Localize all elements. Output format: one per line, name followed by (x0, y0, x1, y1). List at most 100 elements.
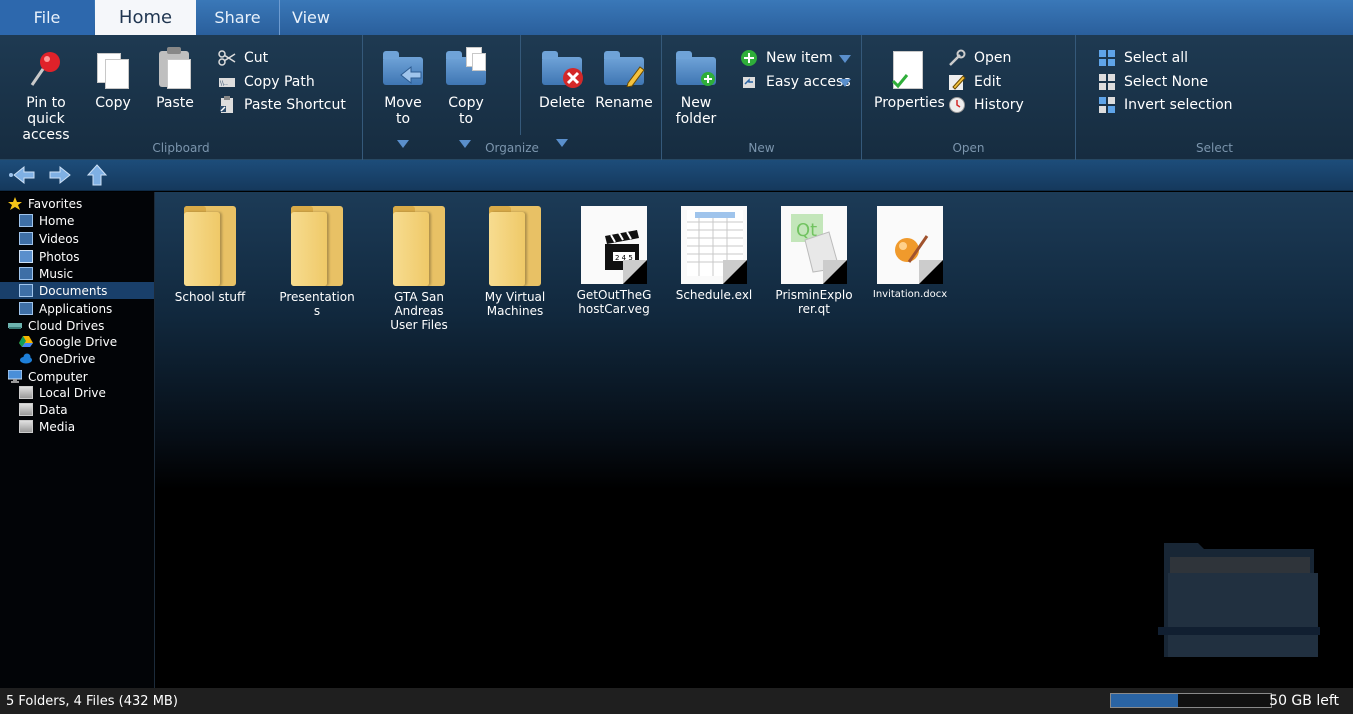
group-open: Properties Open Edit History Open (862, 35, 1076, 160)
history-button[interactable]: History (948, 96, 1024, 114)
copy-to-label-1: Copy (448, 95, 484, 111)
copy-to-label-2: to (458, 111, 474, 127)
move-to-folder-icon (381, 47, 425, 91)
new-item-button[interactable]: New item (740, 49, 833, 67)
tab-file[interactable]: File (0, 0, 94, 35)
invert-selection-icon (1098, 96, 1116, 114)
properties-label: Properties (874, 95, 945, 111)
sidebar-item-music[interactable]: Music (19, 265, 73, 282)
documents-folder-icon (19, 284, 33, 297)
folder-icon (389, 206, 449, 286)
ribbon-tab-bar: File Home Share View (0, 0, 1353, 35)
sidebar-item-onedrive[interactable]: OneDrive (19, 350, 95, 367)
new-group-label: New (748, 141, 775, 155)
new-folder-icon (674, 47, 718, 91)
back-arrow-icon[interactable] (8, 164, 35, 186)
svg-text:\\..: \\.. (220, 80, 228, 87)
file-item[interactable]: School stuff (170, 206, 250, 304)
sidebar-item-label: Local Drive (39, 385, 106, 400)
sidebar-item-data[interactable]: Data (19, 401, 68, 418)
file-view: School stuff Presentations GTA San Andre… (155, 192, 1353, 688)
pushpin-icon (24, 47, 68, 91)
copy-button[interactable]: Copy (90, 47, 136, 111)
new-folder-button[interactable]: New folder (672, 47, 720, 127)
tab-share[interactable]: Share (196, 0, 280, 35)
copy-label: Copy (95, 95, 131, 111)
sidebar-favorites[interactable]: Favorites (8, 195, 82, 212)
rename-button[interactable]: Rename (595, 47, 653, 111)
paste-shortcut-button[interactable]: Paste Shortcut (218, 96, 346, 114)
sidebar-item-documents[interactable]: Documents (0, 282, 154, 299)
easy-access-dropdown-icon[interactable] (839, 79, 851, 87)
home-folder-icon (19, 214, 33, 227)
sidebar-computer[interactable]: Computer (7, 368, 88, 385)
move-to-label-1: Move (384, 95, 422, 111)
select-none-button[interactable]: Select None (1098, 73, 1208, 91)
tab-view[interactable]: View (281, 0, 341, 35)
invert-selection-button[interactable]: Invert selection (1098, 96, 1233, 114)
svg-text:2 4 5: 2 4 5 (615, 254, 633, 262)
sidebar-item-videos[interactable]: Videos (19, 230, 79, 247)
sidebar-item-label: Data (39, 402, 68, 417)
sidebar-cloud-drives[interactable]: Cloud Drives (8, 317, 104, 334)
file-item[interactable]: Schedule.exl (674, 206, 754, 302)
open-label: Open (974, 50, 1012, 66)
open-group-label: Open (952, 141, 985, 155)
move-to-button[interactable]: Move to (379, 47, 427, 127)
forward-arrow-icon[interactable] (48, 164, 72, 186)
sidebar-item-label: Documents (39, 283, 108, 298)
file-name: My Virtual Machines (484, 290, 546, 318)
status-summary: 5 Folders, 4 Files (432 MB) (6, 694, 178, 709)
easy-access-button[interactable]: Easy access (740, 73, 851, 91)
sidebar-item-home[interactable]: Home (19, 212, 74, 229)
cloud-drive-icon (8, 319, 22, 332)
cloud-drives-label: Cloud Drives (28, 318, 105, 333)
sidebar-item-label: Google Drive (39, 334, 118, 349)
copy-path-label: Copy Path (244, 74, 315, 90)
sidebar-item-media[interactable]: Media (19, 418, 75, 435)
sidebar-item-applications[interactable]: Applications (19, 300, 112, 317)
edit-button[interactable]: Edit (948, 73, 1001, 91)
rename-label: Rename (595, 95, 653, 111)
file-item[interactable]: Presentations (277, 206, 357, 318)
organize-divider (520, 35, 521, 135)
file-item[interactable]: Qt PrisminExplorer.qt (774, 206, 854, 316)
computer-label: Computer (28, 369, 88, 384)
select-all-icon (1098, 49, 1116, 67)
edit-label: Edit (974, 74, 1002, 90)
sidebar-item-label: Home (39, 213, 75, 228)
sidebar-item-google-drive[interactable]: Google Drive (19, 333, 117, 350)
applications-folder-icon (19, 302, 33, 315)
clipboard-paste-icon (153, 47, 197, 91)
file-item[interactable]: Invitation.docx (870, 206, 950, 302)
ribbon: Pin to quick access Copy Paste Cut \\.. … (0, 35, 1353, 160)
cut-label: Cut (244, 50, 269, 66)
group-organize: Move to Copy to Delete Rename Organize (363, 35, 662, 160)
tab-home[interactable]: Home (95, 0, 196, 35)
properties-button[interactable]: Properties (874, 47, 945, 111)
select-all-button[interactable]: Select all (1098, 49, 1188, 67)
sidebar-item-local-drive[interactable]: Local Drive (19, 384, 106, 401)
copy-to-folder-icon (444, 47, 488, 91)
paste-shortcut-label: Paste Shortcut (244, 97, 346, 113)
up-arrow-icon[interactable] (86, 164, 110, 186)
open-button[interactable]: Open (948, 49, 1011, 67)
paste-button[interactable]: Paste (152, 47, 198, 111)
disk-space-bar-fill (1111, 694, 1179, 707)
folder-icon (287, 206, 347, 286)
cut-button[interactable]: Cut (218, 49, 268, 67)
sidebar-item-photos[interactable]: Photos (19, 248, 79, 265)
file-item[interactable]: 2 4 5 GetOutTheGhostCar.veg (574, 206, 654, 316)
qt-file-icon: Qt (781, 206, 847, 284)
delete-button[interactable]: Delete (535, 47, 589, 111)
file-item[interactable]: My Virtual Machines (475, 206, 555, 318)
select-all-label: Select all (1124, 50, 1188, 66)
copy-path-button[interactable]: \\.. Copy Path (218, 73, 315, 91)
select-none-label: Select None (1124, 74, 1209, 90)
new-item-dropdown-icon[interactable] (839, 55, 851, 63)
drive-icon (19, 420, 33, 433)
file-item[interactable]: GTA San Andreas User Files (379, 206, 459, 332)
pin-to-quick-access-button[interactable]: Pin to quick access (22, 47, 70, 143)
copy-to-button[interactable]: Copy to (442, 47, 490, 127)
spreadsheet-icon (681, 206, 747, 284)
